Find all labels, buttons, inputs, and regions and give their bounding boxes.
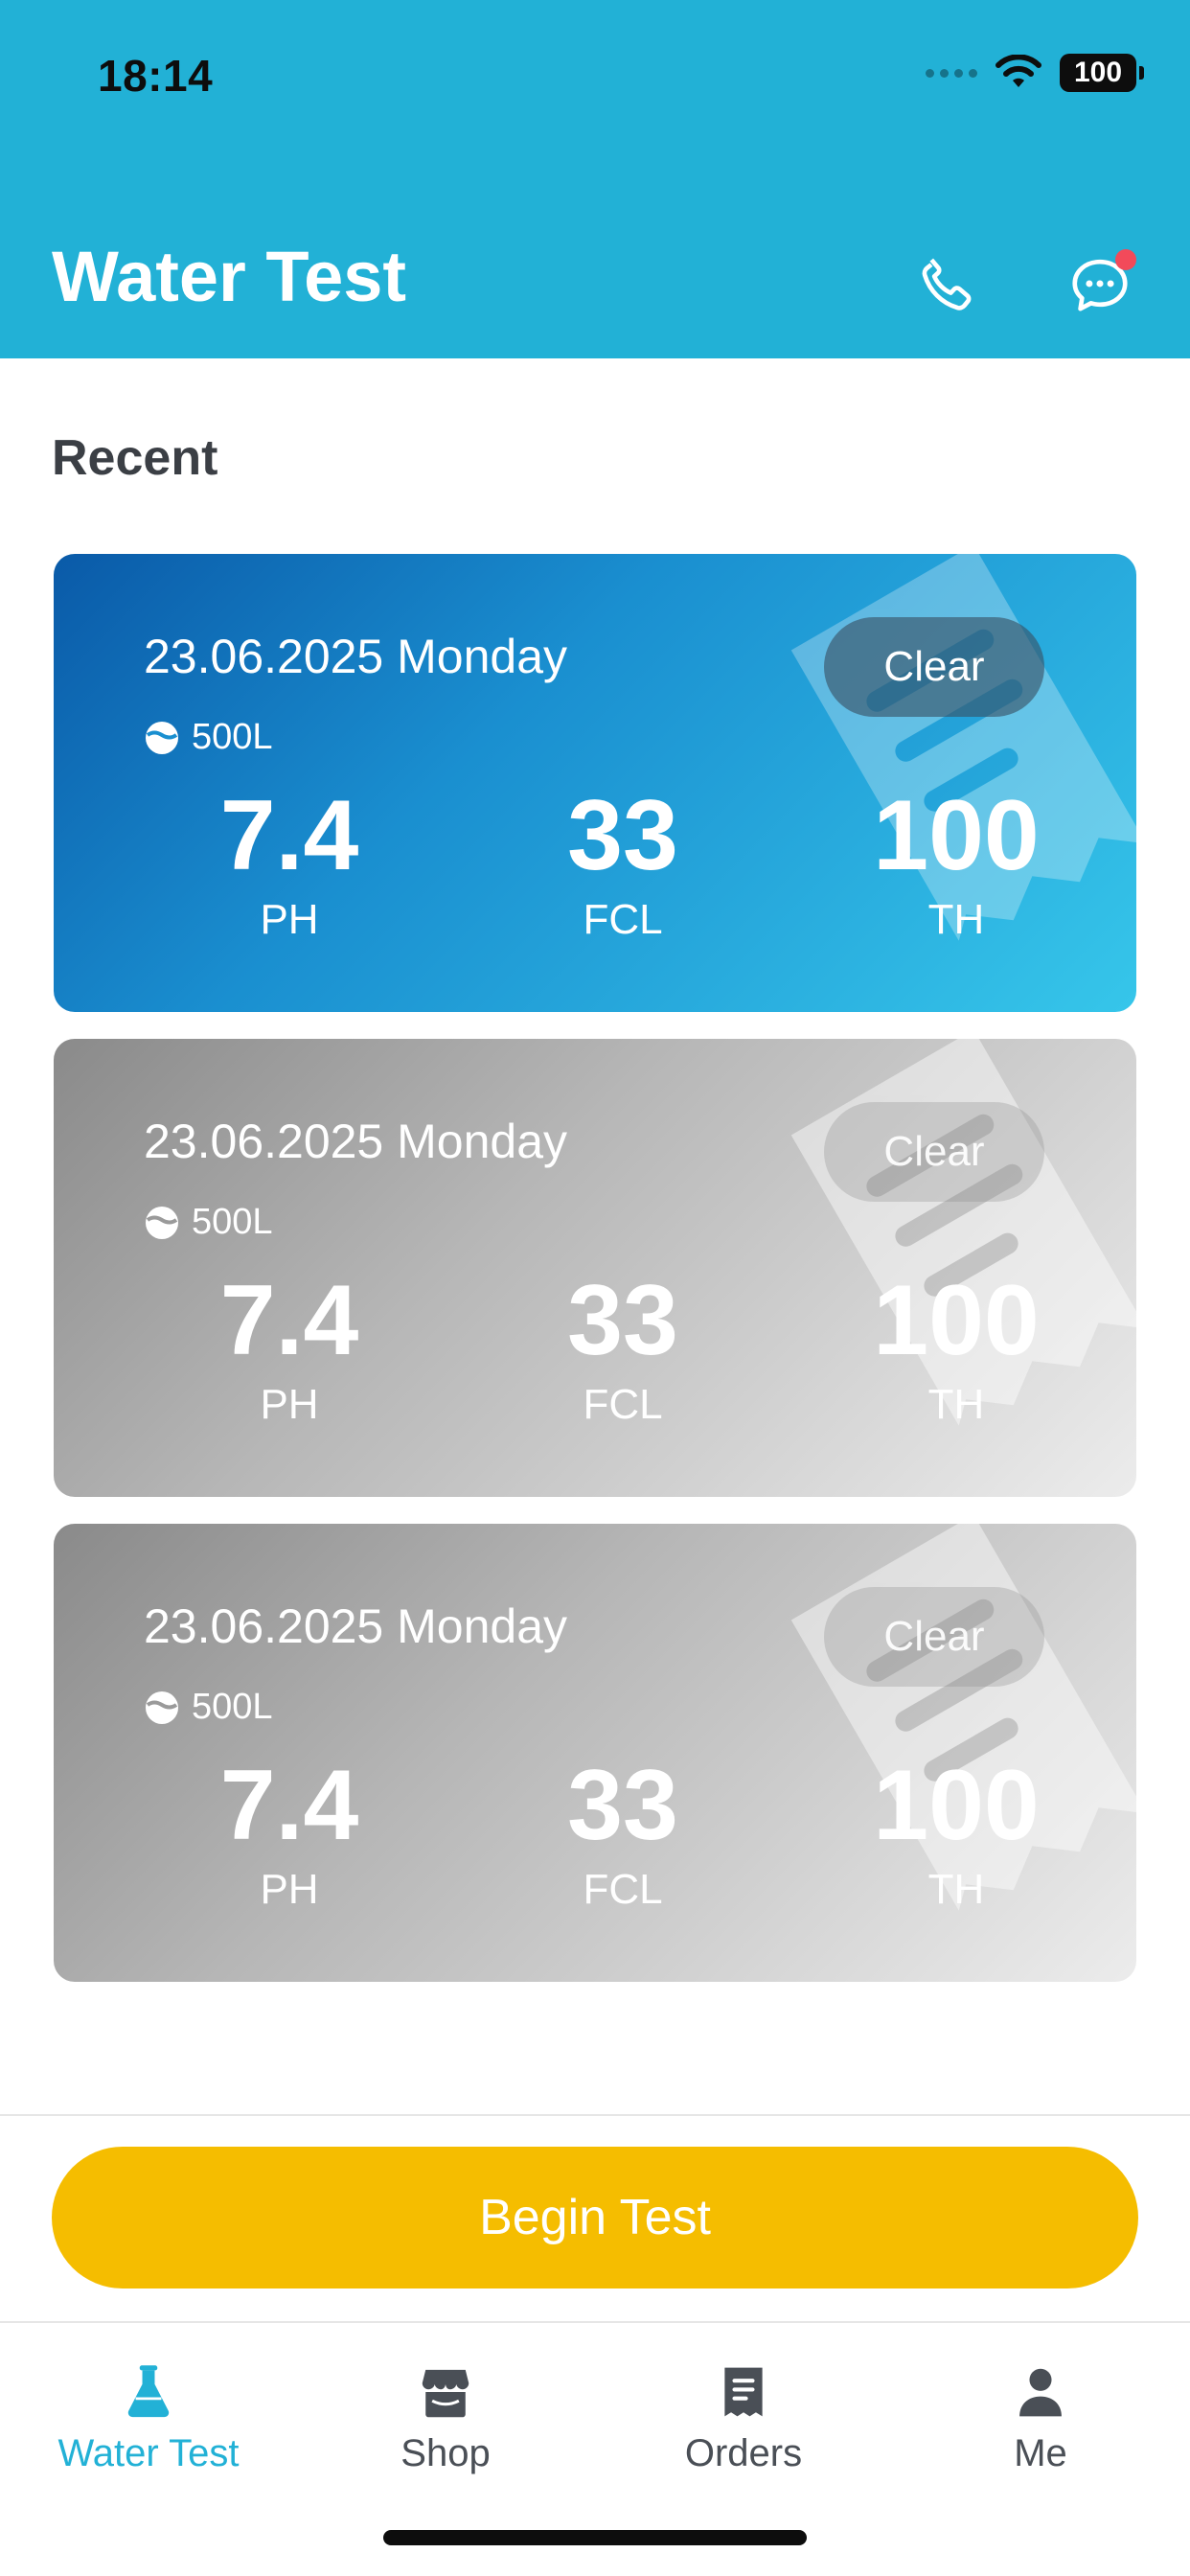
metric-th: 100 TH — [812, 1271, 1100, 1426]
metric-value: 33 — [567, 780, 678, 891]
metric-value: 100 — [873, 1750, 1040, 1861]
orders-icon — [724, 2367, 763, 2417]
volume-info: 500L — [144, 1202, 273, 1243]
water-level-icon — [146, 721, 178, 754]
metric-ph: 7.4 PH — [146, 1271, 433, 1426]
battery-indicator: 100 — [1060, 54, 1144, 92]
test-result-card[interactable]: 23.06.2025 Monday 500L Clear 7.4 PH 33 F… — [54, 1039, 1136, 1497]
volume-info: 500L — [144, 1687, 273, 1728]
app-header: 18:14 100 Water Test — [0, 0, 1190, 358]
shop-icon — [422, 2369, 469, 2418]
clear-button[interactable]: Clear — [824, 617, 1044, 717]
metric-value: 33 — [567, 1265, 678, 1376]
tab-label: Me — [1014, 2432, 1067, 2474]
tab-orders[interactable]: Orders — [595, 2363, 892, 2475]
call-button[interactable] — [908, 247, 985, 324]
phone-icon — [922, 258, 972, 310]
clear-button[interactable]: Clear — [824, 1102, 1044, 1202]
metric-value: 100 — [873, 1265, 1040, 1376]
begin-test-button[interactable]: Begin Test — [52, 2147, 1138, 2288]
test-date: 23.06.2025 Monday — [144, 1115, 568, 1168]
metric-ph: 7.4 PH — [146, 786, 433, 941]
signal-icon — [926, 68, 977, 78]
metric-value: 100 — [873, 780, 1040, 891]
metric-th: 100 TH — [812, 786, 1100, 941]
page-title: Water Test — [52, 237, 407, 316]
volume-info: 500L — [144, 717, 273, 758]
metric-label: PH — [260, 1381, 319, 1428]
metric-value: 7.4 — [219, 780, 359, 891]
tab-label: Orders — [684, 2432, 803, 2474]
metric-label: FCL — [583, 1866, 663, 1913]
wifi-icon — [995, 55, 1041, 87]
status-time: 18:14 — [98, 51, 214, 101]
tab-water-test[interactable]: Water Test — [0, 2363, 297, 2475]
metric-label: TH — [927, 896, 985, 943]
person-icon — [1019, 2368, 1062, 2417]
notification-dot — [1115, 249, 1136, 270]
tab-label: Water Test — [57, 2432, 240, 2474]
divider — [0, 2114, 1190, 2116]
metric-fcl: 33 FCL — [479, 786, 767, 941]
metric-value: 7.4 — [219, 1265, 359, 1376]
test-date: 23.06.2025 Monday — [144, 1599, 568, 1653]
metric-ph: 7.4 PH — [146, 1756, 433, 1911]
metric-value: 7.4 — [219, 1750, 359, 1861]
tab-me[interactable]: Me — [892, 2363, 1189, 2475]
home-indicator — [383, 2530, 807, 2545]
metric-label: PH — [260, 1866, 319, 1913]
water-level-icon — [146, 1690, 178, 1724]
metric-label: PH — [260, 896, 319, 943]
volume-label: 500L — [192, 1202, 273, 1242]
status-indicators: 100 — [926, 54, 1144, 92]
metric-label: TH — [927, 1866, 985, 1913]
metric-th: 100 TH — [812, 1756, 1100, 1911]
test-date: 23.06.2025 Monday — [144, 630, 568, 683]
volume-label: 500L — [192, 1687, 273, 1727]
volume-label: 500L — [192, 717, 273, 757]
flask-icon — [127, 2365, 170, 2418]
metric-label: FCL — [583, 1381, 663, 1428]
metric-label: FCL — [583, 896, 663, 943]
section-title-recent: Recent — [52, 430, 218, 486]
messages-button[interactable] — [1062, 247, 1138, 324]
water-level-icon — [146, 1206, 178, 1239]
metric-label: TH — [927, 1381, 985, 1428]
clear-button[interactable]: Clear — [824, 1587, 1044, 1687]
tab-shop[interactable]: Shop — [297, 2363, 594, 2475]
metric-value: 33 — [567, 1750, 678, 1861]
tab-label: Shop — [400, 2432, 491, 2474]
test-result-card[interactable]: 23.06.2025 Monday 500L Clear 7.4 PH 33 F… — [54, 1524, 1136, 1982]
metric-fcl: 33 FCL — [479, 1271, 767, 1426]
test-result-card[interactable]: 23.06.2025 Monday 500L Clear 7.4 PH 33 F… — [54, 554, 1136, 1012]
metric-fcl: 33 FCL — [479, 1756, 767, 1911]
